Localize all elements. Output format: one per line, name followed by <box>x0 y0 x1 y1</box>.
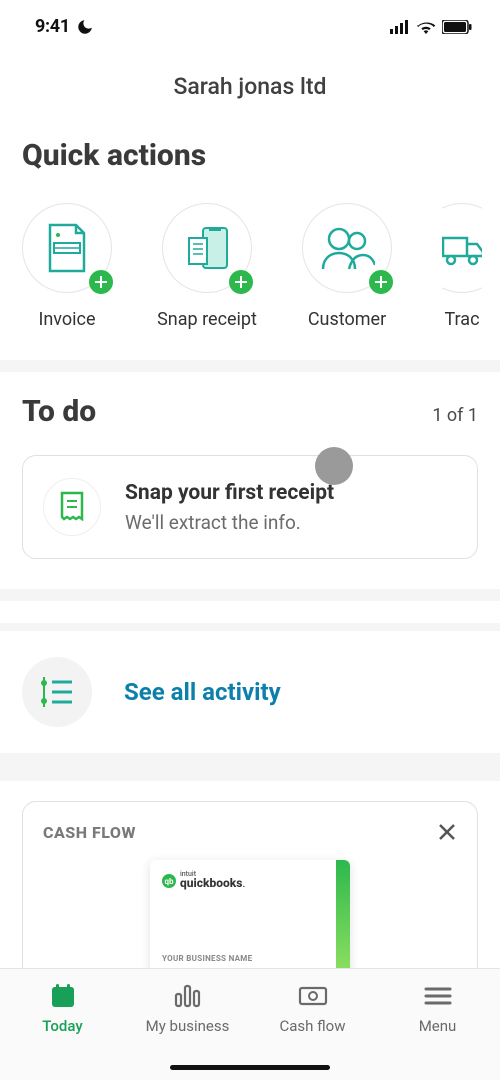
quick-action-invoice[interactable]: Invoice <box>22 203 112 330</box>
status-right <box>390 20 472 34</box>
nav-menu[interactable]: Menu <box>388 983 488 1035</box>
plus-badge-icon <box>229 270 253 294</box>
nav-label: My business <box>146 1017 230 1035</box>
wifi-icon <box>416 20 436 34</box>
status-bar: 9:41 <box>0 0 500 48</box>
cashflow-title: CASH FLOW <box>43 823 136 842</box>
battery-icon <box>442 20 472 34</box>
nav-label: Today <box>42 1017 82 1035</box>
cashflow-card[interactable]: CASH FLOW qb intuit quickbooks. YOUR BUS… <box>22 801 478 981</box>
cellular-icon <box>390 20 410 34</box>
receipt-icon <box>58 491 86 523</box>
nav-label: Menu <box>419 1017 457 1035</box>
track-icon <box>442 228 482 268</box>
todo-card-text: Snap your first receipt We'll extract th… <box>125 481 334 534</box>
snap-receipt-icon <box>181 224 233 272</box>
card-placeholder-text: YOUR BUSINESS NAME <box>162 954 252 963</box>
quick-actions-title: Quick actions <box>22 138 500 203</box>
business-name: Sarah jonas ltd <box>0 73 500 100</box>
activity-icon-wrap <box>22 657 92 727</box>
todo-card-snap-receipt[interactable]: Snap your first receipt We'll extract th… <box>22 455 478 559</box>
card-accent-stripe <box>336 860 350 975</box>
quickbooks-logo: qb intuit quickbooks. <box>162 872 338 890</box>
qb-wordmark: intuit quickbooks. <box>180 872 246 890</box>
cash-icon <box>298 983 328 1009</box>
activity-section[interactable]: See all activity <box>0 631 500 753</box>
dnd-moon-icon <box>76 18 94 36</box>
quick-action-circle <box>22 203 112 293</box>
close-icon[interactable] <box>437 822 457 842</box>
todo-card-title: Snap your first receipt <box>125 481 334 505</box>
todo-counter: 1 of 1 <box>432 405 478 426</box>
invoice-icon <box>44 223 90 273</box>
quick-action-label: Snap receipt <box>157 309 257 330</box>
home-indicator[interactable] <box>170 1065 330 1070</box>
quick-action-circle <box>162 203 252 293</box>
calendar-today-icon <box>50 983 76 1009</box>
status-left: 9:41 <box>35 16 94 37</box>
app-header: Sarah jonas ltd <box>0 48 500 120</box>
quick-action-label: Trac <box>444 309 479 330</box>
todo-section: To do 1 of 1 Snap your first receipt We'… <box>0 372 500 589</box>
customer-icon <box>319 225 375 271</box>
quick-action-customer[interactable]: Customer <box>302 203 392 330</box>
todo-header: To do 1 of 1 <box>22 394 478 429</box>
cashflow-header: CASH FLOW <box>43 822 457 842</box>
quick-action-snap-receipt[interactable]: Snap receipt <box>162 203 252 330</box>
quick-action-label: Customer <box>308 309 386 330</box>
nav-label: Cash flow <box>280 1017 346 1035</box>
todo-card-subtitle: We'll extract the info. <box>125 511 334 534</box>
plus-badge-icon <box>89 270 113 294</box>
quickbooks-card: qb intuit quickbooks. YOUR BUSINESS NAME <box>150 860 350 975</box>
quick-action-track[interactable]: Trac <box>442 203 482 330</box>
quick-action-circle <box>302 203 392 293</box>
quick-action-circle <box>442 203 482 293</box>
nav-today[interactable]: Today <box>13 983 113 1035</box>
todo-card-icon-wrap <box>43 478 101 536</box>
quick-actions-scroll[interactable]: Invoice Snap receipt Customer <box>22 203 500 330</box>
activity-list-icon <box>40 677 74 707</box>
touch-indicator <box>315 447 353 485</box>
quick-action-label: Invoice <box>38 309 95 330</box>
nav-my-business[interactable]: My business <box>138 983 238 1035</box>
cashflow-section: CASH FLOW qb intuit quickbooks. YOUR BUS… <box>0 781 500 981</box>
bottom-nav: Today My business Cash flow Menu <box>0 968 500 1080</box>
bar-chart-icon <box>174 983 202 1009</box>
quick-actions-section: Quick actions Invoice Snap receipt <box>0 120 500 360</box>
todo-title: To do <box>22 394 96 429</box>
hamburger-menu-icon <box>424 983 452 1009</box>
see-all-activity-link[interactable]: See all activity <box>124 678 281 706</box>
plus-badge-icon <box>369 270 393 294</box>
qb-circle-icon: qb <box>162 874 176 888</box>
status-time: 9:41 <box>35 16 70 37</box>
nav-cash-flow[interactable]: Cash flow <box>263 983 363 1035</box>
